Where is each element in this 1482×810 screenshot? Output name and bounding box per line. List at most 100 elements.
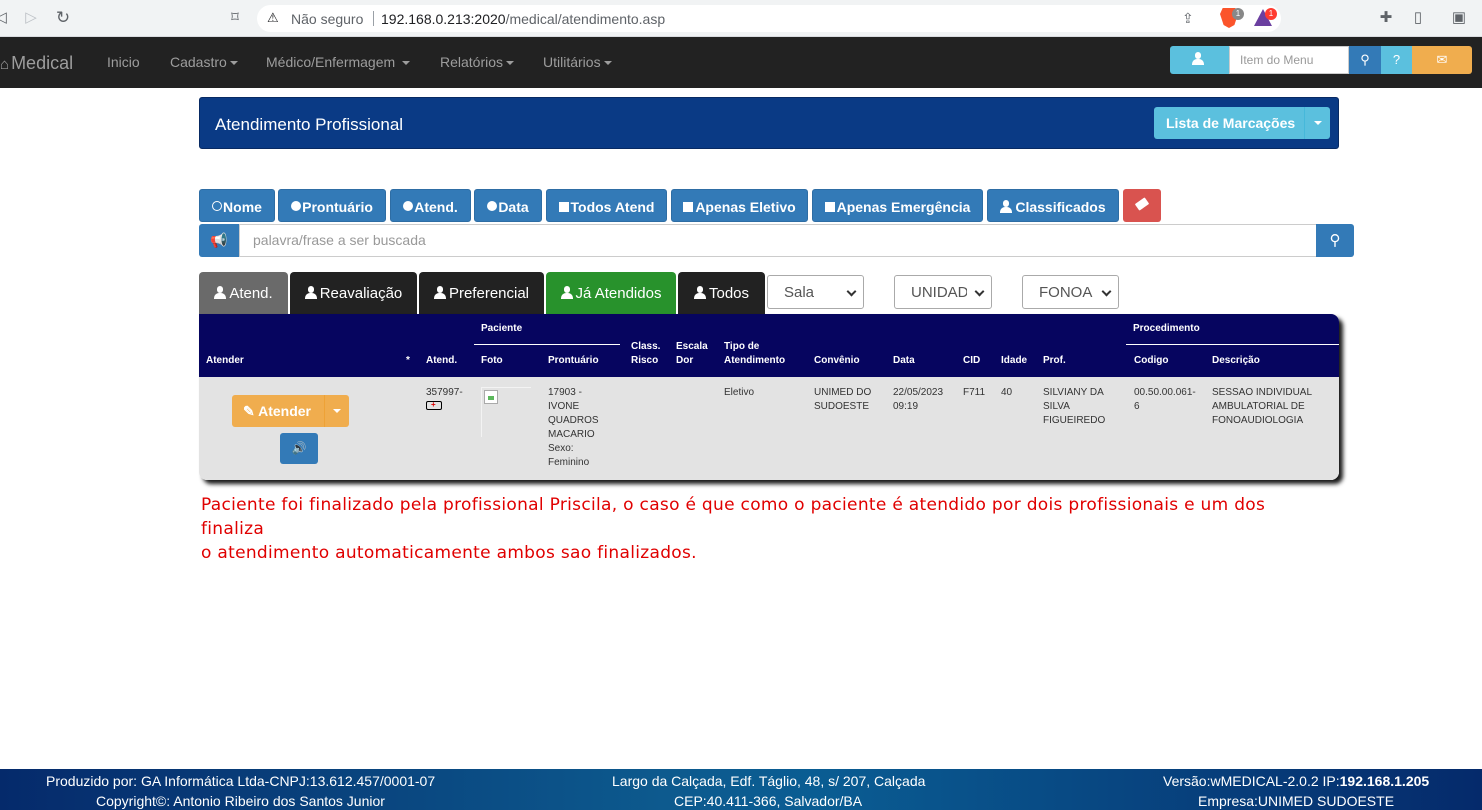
search-input[interactable]: palavra/frase a ser buscada bbox=[239, 224, 1317, 257]
cell-descricao: SESSAO INDIVIDUAL AMBULATORIAL DE FONOAUDI… bbox=[1212, 386, 1312, 428]
brave-badge: 1 bbox=[1232, 8, 1244, 20]
user-button[interactable] bbox=[1170, 46, 1229, 74]
nav-utilitarios[interactable]: Utilitários bbox=[543, 54, 612, 70]
footer-company: Produzido por: GA Informática Ltda-CNPJ:… bbox=[46, 773, 436, 789]
atender-text: Atender bbox=[258, 403, 312, 419]
group-procedimento: Procedimento bbox=[1133, 323, 1200, 334]
top-navbar: ⌂ Medical Inicio Cadastro Médico/Enfermag… bbox=[0, 37, 1482, 88]
sala-select[interactable]: Sala bbox=[767, 275, 864, 309]
tab-preferencial[interactable]: Preferencial bbox=[419, 272, 544, 314]
prontuario-line: Feminino bbox=[548, 457, 590, 468]
cell-idade: 40 bbox=[1001, 387, 1013, 398]
tab-ja-atendidos[interactable]: Já Atendidos bbox=[546, 272, 676, 314]
cell-convenio: UNIMED DO SUDOESTE bbox=[814, 386, 871, 414]
lista-marcacoes-button[interactable]: Lista de Marcações bbox=[1154, 107, 1330, 139]
warning-icon: ⚠ bbox=[267, 10, 279, 25]
radio-icon bbox=[291, 201, 302, 211]
tab-reavaliacao[interactable]: Reavaliação bbox=[290, 272, 417, 314]
help-icon: ? bbox=[1392, 52, 1401, 67]
bookmark-icon[interactable]: ⌑ bbox=[226, 9, 244, 27]
filter-classificados[interactable]: Classificados bbox=[987, 189, 1119, 222]
nav-cadastro[interactable]: Cadastro bbox=[170, 54, 238, 70]
cell-atend[interactable]: 357997- bbox=[426, 386, 463, 414]
forward-icon[interactable]: ▷ bbox=[22, 9, 40, 27]
col-class-risco-1: Class. bbox=[631, 341, 661, 352]
search-icon: ⚲ bbox=[1360, 52, 1370, 67]
tab-atend[interactable]: Atend. bbox=[199, 272, 288, 314]
note-line-2: o atendimento automaticamente ambos sao … bbox=[201, 543, 697, 563]
cell-tipo: Eletivo bbox=[724, 387, 755, 398]
col-cid: CID bbox=[963, 355, 981, 366]
address-bar[interactable]: ⚠ Não seguro 192.168.0.213:2020/medical/… bbox=[257, 5, 1281, 32]
brand[interactable]: ⌂ Medical bbox=[0, 53, 73, 74]
footer-version-prefix: Versão:wMEDICAL-2.0.2 IP: bbox=[1163, 773, 1340, 789]
tab-atend-label: Atend. bbox=[229, 285, 273, 302]
home-icon: ⌂ bbox=[0, 56, 10, 73]
filter-nome[interactable]: Nome bbox=[199, 189, 275, 222]
clear-filter-button[interactable] bbox=[1123, 189, 1161, 222]
nav-medico-enfermagem[interactable]: Médico/Enfermagem bbox=[266, 54, 411, 70]
prontuario-line: MACARIO bbox=[548, 429, 595, 440]
filter-data[interactable]: Data bbox=[474, 189, 542, 222]
user-icon bbox=[560, 286, 573, 299]
menu-search-button[interactable]: ⚲ bbox=[1349, 46, 1381, 74]
col-foto: Foto bbox=[481, 355, 503, 366]
lista-marcacoes-dropdown[interactable] bbox=[1304, 107, 1330, 139]
prof-line: SILVIANY DA bbox=[1043, 387, 1104, 398]
url-path: /medical/atendimento.asp bbox=[505, 11, 666, 27]
filter-apenas-eletivo[interactable]: Apenas Eletivo bbox=[671, 189, 808, 222]
unidade-select-value: UNIDADE bbox=[911, 284, 967, 301]
user-icon bbox=[1192, 52, 1204, 65]
tab-preferencial-label: Preferencial bbox=[448, 285, 530, 302]
radio-icon bbox=[403, 201, 414, 211]
convenio-line: UNIMED DO bbox=[814, 387, 872, 398]
descricao-line: FONOAUDIOLOGIA bbox=[1212, 415, 1304, 426]
filter-data-label: Data bbox=[498, 199, 529, 215]
atender-label: ✎ Atender bbox=[243, 403, 311, 420]
prof-line: SILVA bbox=[1043, 401, 1070, 412]
col-codigo: Codigo bbox=[1134, 355, 1169, 366]
help-button[interactable]: ? bbox=[1381, 46, 1412, 74]
sala-select-value: Sala bbox=[784, 284, 815, 301]
reload-icon[interactable]: ↻ bbox=[54, 9, 72, 27]
atender-button[interactable]: ✎ Atender bbox=[232, 395, 349, 427]
col-descricao: Descrição bbox=[1212, 355, 1260, 366]
col-atend: Atend. bbox=[426, 355, 458, 366]
cell-atend-number: 357997- bbox=[426, 387, 463, 398]
checkbox-icon bbox=[683, 202, 694, 212]
call-patient-button[interactable]: 🔊 bbox=[280, 433, 318, 464]
col-prof: Prof. bbox=[1043, 355, 1066, 366]
search-button[interactable]: ⚲ bbox=[1316, 224, 1354, 257]
menu-search-input[interactable]: Item do Menu bbox=[1229, 46, 1349, 74]
search-icon: ⚲ bbox=[1329, 232, 1341, 249]
col-convenio: Convênio bbox=[814, 355, 860, 366]
chevron-down-icon bbox=[1314, 121, 1322, 125]
rewards-badge: 1 bbox=[1265, 8, 1277, 20]
codigo-line: 00.50.00.061- bbox=[1134, 387, 1196, 398]
filter-todos-atend[interactable]: Todos Atend bbox=[546, 189, 667, 222]
filter-atend[interactable]: Atend. bbox=[390, 189, 471, 222]
fonoa-select[interactable]: FONOA bbox=[1022, 275, 1119, 309]
tab-reavaliacao-label: Reavaliação bbox=[319, 285, 403, 302]
nav-inicio[interactable]: Inicio bbox=[107, 54, 140, 70]
url-text[interactable]: 192.168.0.213:2020/medical/atendimento.a… bbox=[381, 11, 665, 27]
filter-apenas-emergencia[interactable]: Apenas Emergência bbox=[812, 189, 983, 222]
back-icon[interactable]: ◁ bbox=[0, 9, 10, 27]
mail-button[interactable]: ✉ bbox=[1412, 46, 1472, 74]
unidade-select[interactable]: UNIDADE bbox=[894, 275, 992, 309]
filter-prontuario[interactable]: Prontuário bbox=[278, 189, 386, 222]
extensions-icon[interactable]: ✚ bbox=[1377, 9, 1395, 27]
chevron-down-icon bbox=[1101, 286, 1112, 297]
share-icon[interactable]: ⇪ bbox=[1182, 10, 1194, 27]
col-idade: Idade bbox=[1001, 355, 1028, 366]
wallet-icon[interactable]: ▣ bbox=[1450, 9, 1468, 27]
atender-dropdown[interactable] bbox=[324, 395, 349, 427]
tab-todos[interactable]: Todos bbox=[678, 272, 765, 314]
cell-codigo: 00.50.00.061- 6 bbox=[1134, 386, 1196, 414]
filter-atend-label: Atend. bbox=[414, 199, 458, 215]
prontuario-line: QUADROS bbox=[548, 415, 599, 426]
nav-relatorios[interactable]: Relatórios bbox=[440, 54, 515, 70]
radio-checked-icon bbox=[212, 201, 223, 211]
sidebar-icon[interactable]: ▯ bbox=[1409, 9, 1427, 27]
note-line-1: Paciente foi finalizado pela profissiona… bbox=[201, 495, 1266, 539]
